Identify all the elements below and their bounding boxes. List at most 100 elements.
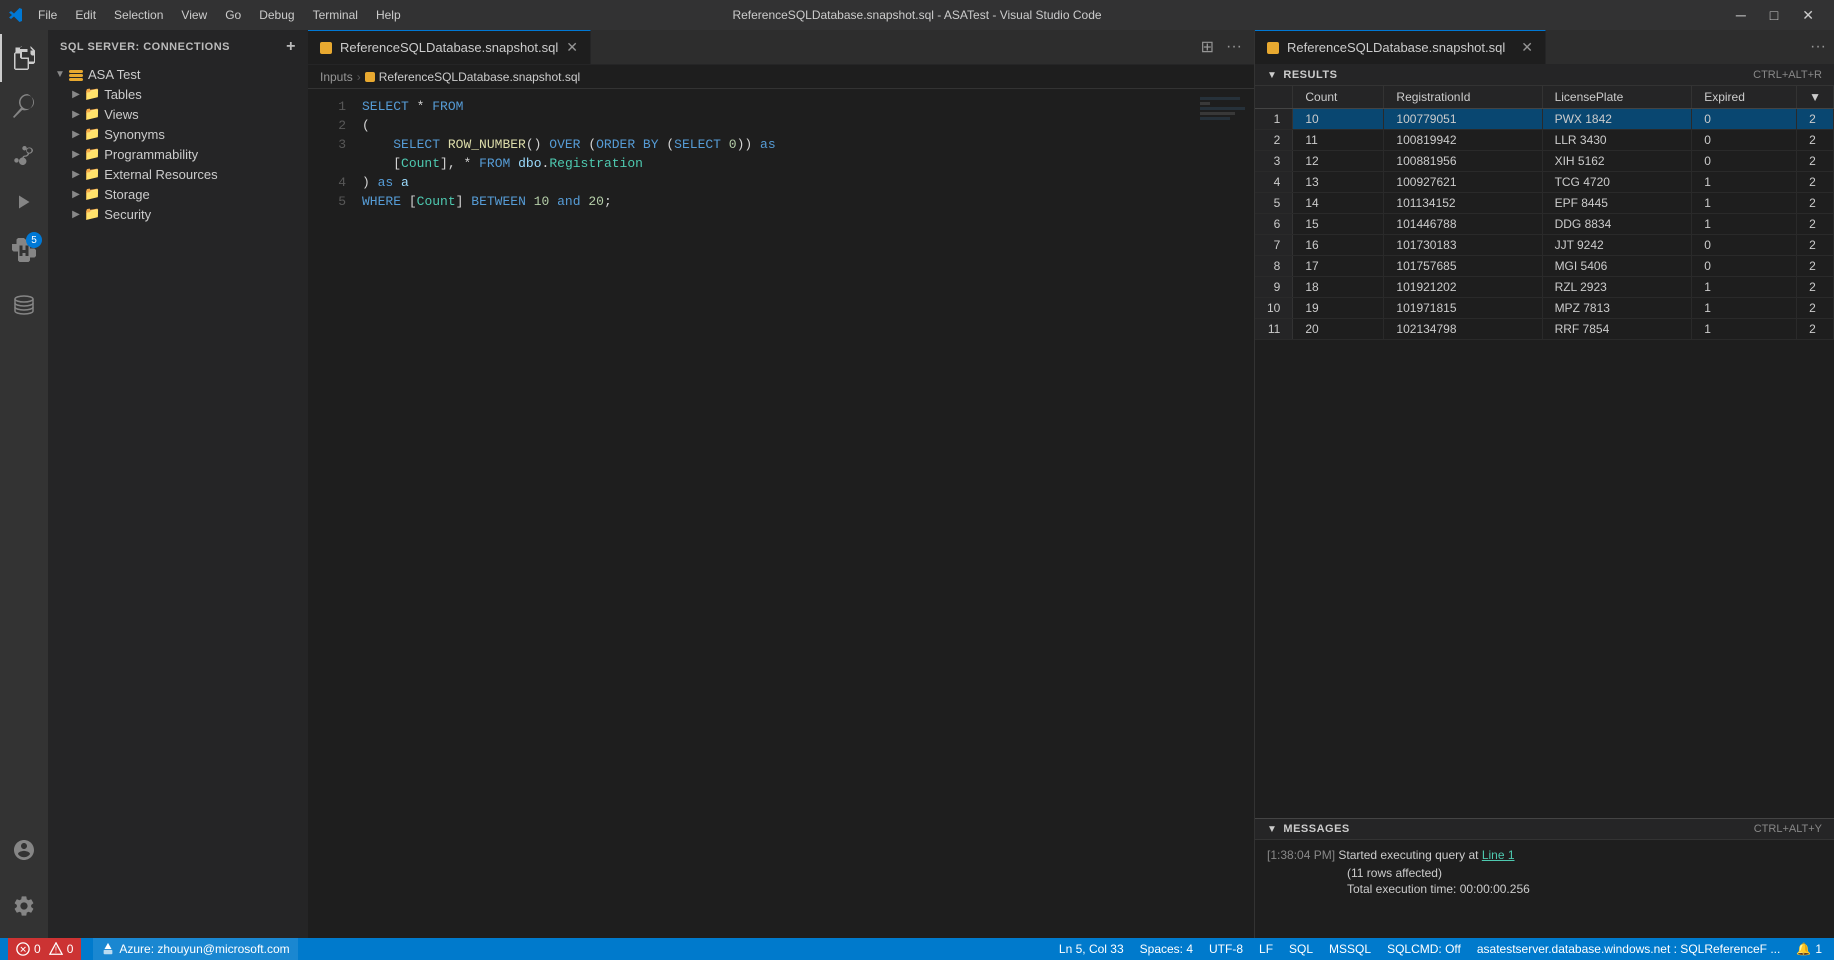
message-line-3: Total execution time: 00:00:00.256: [1267, 882, 1822, 896]
main-layout: 5 SQL SERVER: CONNECTIONS + ▼ ASA Test: [0, 30, 1834, 938]
menu-terminal[interactable]: Terminal: [305, 6, 366, 24]
status-dialect[interactable]: MSSQL: [1325, 942, 1375, 956]
cell-registrationid: 100881956: [1384, 151, 1542, 172]
tree-item-external-resources[interactable]: ▶ 📁 External Resources: [48, 164, 308, 184]
menu-view[interactable]: View: [173, 6, 215, 24]
editor-area: ReferenceSQLDatabase.snapshot.sql ✕ ⊞ ··…: [308, 30, 1254, 938]
split-editor-button[interactable]: ⊞: [1197, 35, 1218, 59]
tab-close-button[interactable]: ✕: [566, 39, 578, 56]
minimize-button[interactable]: ─: [1724, 3, 1758, 28]
status-spaces[interactable]: Spaces: 4: [1136, 942, 1197, 956]
col-header-registrationid[interactable]: RegistrationId: [1384, 86, 1542, 109]
menu-debug[interactable]: Debug: [251, 6, 302, 24]
maximize-button[interactable]: □: [1758, 3, 1790, 28]
status-azure[interactable]: Azure: zhouyun@microsoft.com: [93, 938, 297, 960]
cell-licenseplate: MGI 5406: [1542, 256, 1692, 277]
table-row[interactable]: 5 14 101134152 EPF 8445 1 2: [1255, 193, 1834, 214]
tree-label-security: Security: [104, 207, 151, 222]
cell-expired: 1: [1692, 319, 1797, 340]
menu-go[interactable]: Go: [217, 6, 249, 24]
status-encoding[interactable]: UTF-8: [1205, 942, 1247, 956]
status-language[interactable]: SQL: [1285, 942, 1317, 956]
status-eol[interactable]: LF: [1255, 942, 1277, 956]
menu-file[interactable]: File: [30, 6, 65, 24]
tree-item-security[interactable]: ▶ 📁 Security: [48, 204, 308, 224]
status-bell[interactable]: 🔔 1: [1792, 942, 1826, 956]
table-row[interactable]: 1 10 100779051 PWX 1842 0 2: [1255, 109, 1834, 130]
table-row[interactable]: 9 18 101921202 RZL 2923 1 2: [1255, 277, 1834, 298]
row-number: 7: [1255, 235, 1293, 256]
table-row[interactable]: 6 15 101446788 DDG 8834 1 2: [1255, 214, 1834, 235]
activity-source-control[interactable]: [0, 130, 48, 178]
activity-explorer[interactable]: [0, 34, 48, 82]
activity-accounts[interactable]: [0, 826, 48, 874]
table-row[interactable]: 2 11 100819942 LLR 3430 0 2: [1255, 130, 1834, 151]
cell-registrationid: 101921202: [1384, 277, 1542, 298]
menu-help[interactable]: Help: [368, 6, 409, 24]
add-connection-button[interactable]: +: [286, 38, 296, 56]
cell-licenseplate: RRF 7854: [1542, 319, 1692, 340]
results-table-container[interactable]: Count RegistrationId LicensePlate Expire…: [1255, 86, 1834, 818]
col-header-expired[interactable]: Expired: [1692, 86, 1797, 109]
tree-item-views[interactable]: ▶ 📁 Views: [48, 104, 308, 124]
messages-collapse-icon[interactable]: ▼: [1267, 824, 1277, 835]
cell-extra: 2: [1797, 235, 1834, 256]
col-header-extra[interactable]: ▼: [1797, 86, 1834, 109]
results-tab-close[interactable]: ✕: [1521, 39, 1533, 56]
results-section-label: RESULTS: [1283, 69, 1337, 81]
table-row[interactable]: 3 12 100881956 XIH 5162 0 2: [1255, 151, 1834, 172]
cell-count: 18: [1293, 277, 1384, 298]
activity-extensions[interactable]: 5: [0, 226, 48, 274]
messages-shortcut: CTRL+ALT+Y: [1754, 823, 1822, 835]
status-sqlcmd[interactable]: SQLCMD: Off: [1383, 942, 1465, 956]
cell-expired: 1: [1692, 172, 1797, 193]
table-row[interactable]: 4 13 100927621 TCG 4720 1 2: [1255, 172, 1834, 193]
editor-tab-active[interactable]: ReferenceSQLDatabase.snapshot.sql ✕: [308, 30, 591, 64]
azure-icon: [101, 942, 115, 956]
notification-count: 1: [1815, 942, 1822, 956]
collapse-icon[interactable]: ▼: [1267, 70, 1277, 81]
activity-settings[interactable]: [0, 882, 48, 930]
menu-selection[interactable]: Selection: [106, 6, 171, 24]
tree-item-synonyms[interactable]: ▶ 📁 Synonyms: [48, 124, 308, 144]
status-errors[interactable]: ✕ 0 ! 0: [8, 938, 81, 960]
activity-database[interactable]: [0, 282, 48, 330]
col-header-licenseplate[interactable]: LicensePlate: [1542, 86, 1692, 109]
close-button[interactable]: ✕: [1790, 3, 1826, 28]
error-count: 0: [34, 942, 41, 956]
status-server[interactable]: asatestserver.database.windows.net : SQL…: [1473, 942, 1785, 956]
results-tab-active[interactable]: ReferenceSQLDatabase.snapshot.sql ✕: [1255, 30, 1546, 64]
code-editor[interactable]: 1 SELECT * FROM 2 ( 3 SELECT ROW_NUMBER(…: [308, 89, 1194, 938]
messages-label: MESSAGES: [1283, 823, 1349, 835]
results-shortcut: CTRL+ALT+R: [1753, 69, 1822, 81]
sidebar-title: SQL SERVER: CONNECTIONS: [60, 41, 230, 53]
table-row[interactable]: 8 17 101757685 MGI 5406 0 2: [1255, 256, 1834, 277]
tree-item-storage[interactable]: ▶ 📁 Storage: [48, 184, 308, 204]
menu-edit[interactable]: Edit: [67, 6, 104, 24]
caret-icon: ▶: [68, 109, 84, 120]
messages-content: [1:38:04 PM] Started executing query at …: [1255, 840, 1834, 938]
table-row[interactable]: 11 20 102134798 RRF 7854 1 2: [1255, 319, 1834, 340]
results-more-actions-button[interactable]: ···: [1810, 38, 1826, 56]
col-header-count[interactable]: Count: [1293, 86, 1384, 109]
table-row[interactable]: 7 16 101730183 JJT 9242 0 2: [1255, 235, 1834, 256]
cell-expired: 0: [1692, 256, 1797, 277]
cell-count: 20: [1293, 319, 1384, 340]
cell-expired: 0: [1692, 109, 1797, 130]
tree-item-programmability[interactable]: ▶ 📁 Programmability: [48, 144, 308, 164]
tree-item-tables[interactable]: ▶ 📁 Tables: [48, 84, 308, 104]
breadcrumb-inputs[interactable]: Inputs: [320, 70, 353, 84]
code-line-3b: [Count], * FROM dbo.Registration: [308, 154, 1194, 173]
activity-run[interactable]: [0, 178, 48, 226]
more-actions-button[interactable]: ···: [1222, 36, 1246, 58]
activity-search[interactable]: [0, 82, 48, 130]
tree-item-asatest[interactable]: ▼ ASA Test: [48, 64, 308, 84]
results-tab-actions: ···: [1810, 30, 1834, 64]
svg-text:!: !: [55, 946, 57, 955]
message-link[interactable]: Line 1: [1482, 848, 1515, 862]
breadcrumb-file[interactable]: ReferenceSQLDatabase.snapshot.sql: [365, 70, 580, 84]
table-row[interactable]: 10 19 101971815 MPZ 7813 1 2: [1255, 298, 1834, 319]
results-section: ▼ RESULTS CTRL+ALT+R Count RegistrationI…: [1255, 65, 1834, 818]
caret-icon: ▶: [68, 189, 84, 200]
status-position[interactable]: Ln 5, Col 33: [1055, 942, 1128, 956]
